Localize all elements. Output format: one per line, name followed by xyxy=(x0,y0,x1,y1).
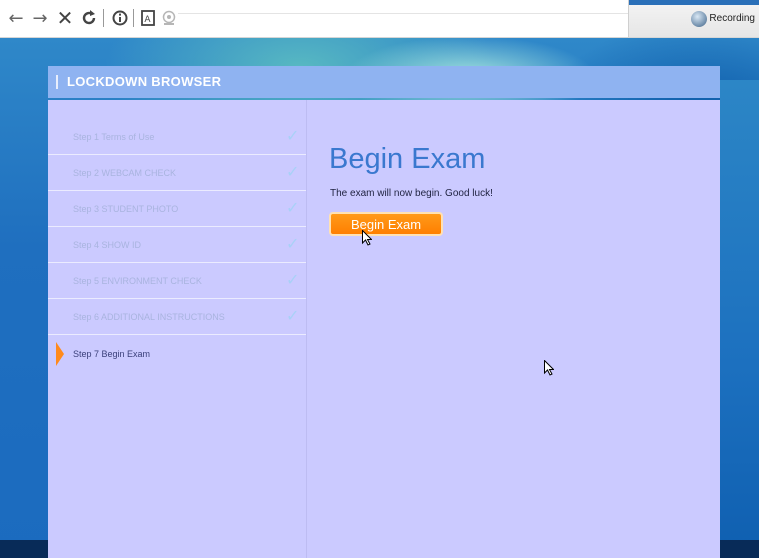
step-label: Step 7 Begin Exam xyxy=(73,349,151,359)
recording-label: Recording xyxy=(709,13,755,24)
header-accent-bar xyxy=(56,75,58,89)
app-header: LOCKDOWN BROWSER xyxy=(48,66,720,98)
back-arrow-icon[interactable]: ← xyxy=(6,7,26,29)
info-icon[interactable] xyxy=(110,7,130,29)
svg-text:A: A xyxy=(144,15,151,25)
step-item-6[interactable]: Step 6 ADDITIONAL INSTRUCTIONS ✓ xyxy=(48,299,306,335)
forward-arrow-icon[interactable]: → xyxy=(30,7,50,29)
step-label: Step 2 WEBCAM CHECK xyxy=(73,168,177,178)
main-content: Begin Exam The exam will now begin. Good… xyxy=(307,100,720,558)
reload-icon[interactable] xyxy=(78,7,100,29)
check-icon: ✓ xyxy=(286,270,300,289)
recording-indicator[interactable]: Recording xyxy=(628,0,759,37)
steps-sidebar: Step 1 Terms of Use ✓ Step 2 WEBCAM CHEC… xyxy=(48,119,306,371)
step-item-7-active[interactable]: Step 7 Begin Exam xyxy=(48,335,306,371)
page-title: Begin Exam xyxy=(329,143,486,175)
step-item-5[interactable]: Step 5 ENVIRONMENT CHECK ✓ xyxy=(48,263,306,299)
step-label: Step 1 Terms of Use xyxy=(73,132,155,142)
step-item-4[interactable]: Step 4 SHOW ID ✓ xyxy=(48,227,306,263)
webcam-icon[interactable] xyxy=(160,7,178,29)
address-bar-line xyxy=(178,13,628,14)
step-item-1[interactable]: Step 1 Terms of Use ✓ xyxy=(48,119,306,155)
browser-toolbar: ← → ✕ A Recording xyxy=(0,0,759,38)
check-icon: ✓ xyxy=(286,198,300,217)
check-icon: ✓ xyxy=(286,126,300,145)
check-icon: ✓ xyxy=(286,234,300,253)
check-icon: ✓ xyxy=(286,306,300,325)
check-icon: ✓ xyxy=(286,162,300,181)
recording-icon xyxy=(691,11,707,27)
step-label: Step 4 SHOW ID xyxy=(73,240,142,250)
desktop-background-edge xyxy=(720,80,759,558)
begin-exam-button[interactable]: Begin Exam xyxy=(329,212,443,236)
step-label: Step 5 ENVIRONMENT CHECK xyxy=(73,276,202,286)
step-item-2[interactable]: Step 2 WEBCAM CHECK ✓ xyxy=(48,155,306,191)
reader-icon[interactable]: A xyxy=(139,7,157,29)
step-label: Step 6 ADDITIONAL INSTRUCTIONS xyxy=(73,312,225,322)
mouse-cursor-icon xyxy=(544,360,554,376)
close-icon[interactable]: ✕ xyxy=(56,6,74,30)
app-title: LOCKDOWN BROWSER xyxy=(67,74,222,89)
step-label: Step 3 STUDENT PHOTO xyxy=(73,204,179,214)
current-step-arrow-icon xyxy=(56,342,64,366)
mouse-cursor-icon xyxy=(362,230,372,246)
exam-message: The exam will now begin. Good luck! xyxy=(330,188,493,199)
step-item-3[interactable]: Step 3 STUDENT PHOTO ✓ xyxy=(48,191,306,227)
